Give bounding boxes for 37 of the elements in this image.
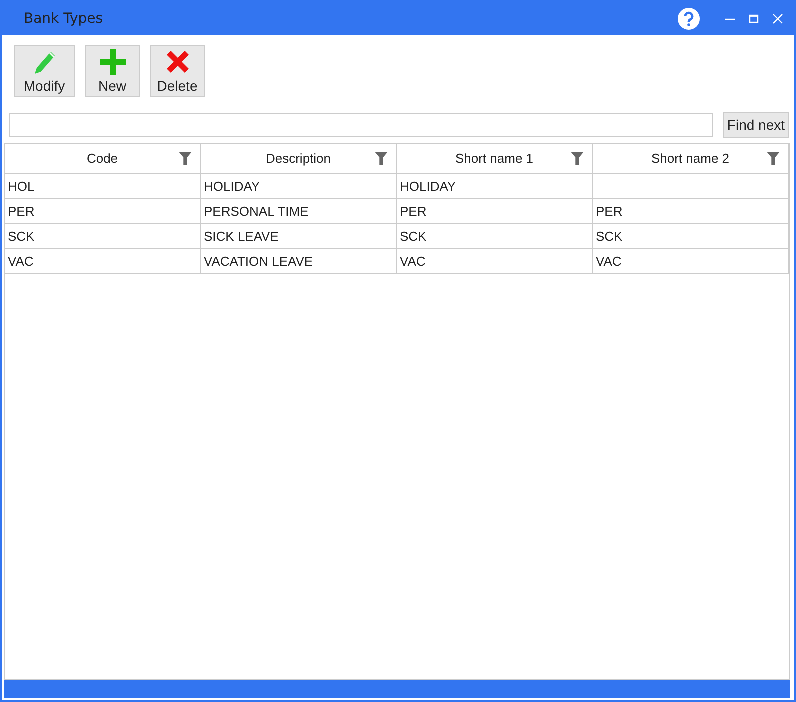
filter-icon[interactable] [571,152,584,165]
table-cell: VACATION LEAVE [201,249,397,273]
column-header[interactable]: Short name 1 [397,144,593,173]
delete-button[interactable]: Delete [150,45,205,97]
table-cell: SCK [397,224,593,248]
search-field[interactable] [9,113,714,137]
plus-icon [98,48,126,76]
table-cell: PER [5,199,201,223]
header-label: Short name 1 [455,151,534,166]
filter-icon[interactable] [179,152,192,165]
table-cell: VAC [397,249,593,273]
table-cell: HOL [5,174,201,198]
table-cell: SCK [593,224,789,248]
maximize-icon[interactable] [748,12,760,24]
help-icon[interactable] [678,8,700,30]
table-cell: HOLIDAY [397,174,593,198]
table-cell: VAC [5,249,201,273]
table-cell: PER [593,199,789,223]
close-icon[interactable] [772,12,784,24]
column-header[interactable]: Code [5,144,201,173]
header-label: Description [266,151,332,166]
table-cell: PERSONAL TIME [201,199,397,223]
column-header[interactable]: Description [201,144,397,173]
table-cell: HOLIDAY [201,174,397,198]
table-cell: SICK LEAVE [201,224,397,248]
table-cell: PER [397,199,593,223]
header-label: Code [86,151,118,166]
header-label: Short name 2 [651,151,730,166]
modify-button[interactable]: Modify [14,45,75,97]
table-cell: SCK [5,224,201,248]
table-cell: VAC [593,249,789,273]
filter-icon[interactable] [767,152,780,165]
find-next-button[interactable]: Find next [723,112,789,138]
new-button[interactable]: New [85,45,140,97]
filter-icon[interactable] [375,152,388,165]
window-title: Bank Types [24,10,104,26]
column-header[interactable]: Short name 2 [593,144,789,173]
